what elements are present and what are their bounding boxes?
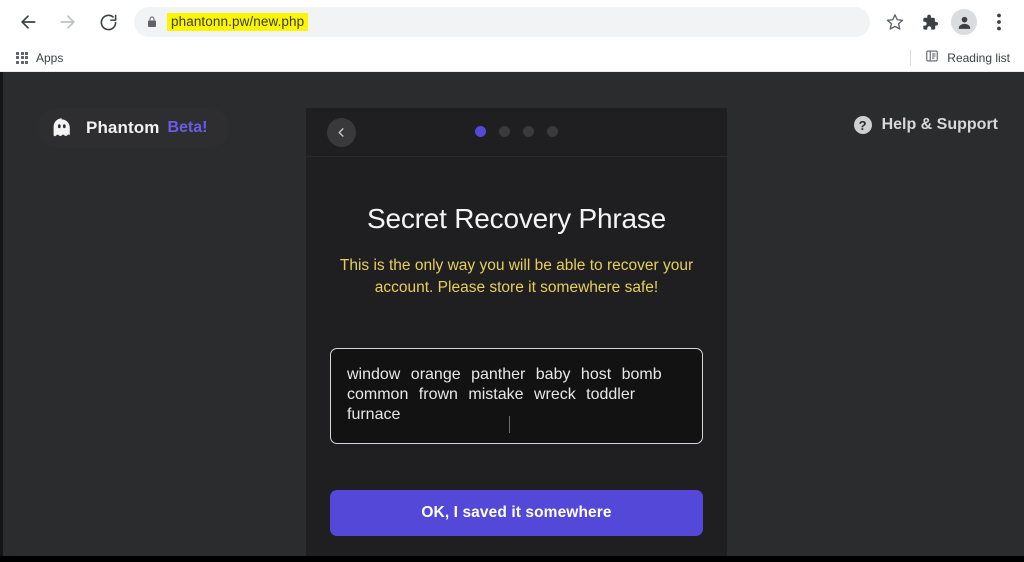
bookmark-star-icon[interactable] (880, 7, 910, 37)
onboarding-progress-dots (306, 126, 727, 137)
phantom-ghost-icon (50, 116, 74, 140)
help-and-support-link[interactable]: ? Help & Support (853, 116, 998, 134)
text-caret (509, 416, 510, 433)
three-dot-menu-icon[interactable] (984, 7, 1014, 37)
profile-avatar-icon[interactable] (951, 9, 977, 35)
recovery-phrase-box[interactable]: window orange panther baby host bomb com… (330, 348, 703, 444)
modal-body: Secret Recovery Phrase This is the only … (306, 203, 727, 536)
confirm-saved-button[interactable]: OK, I saved it somewhere (330, 490, 703, 536)
bookmark-apps[interactable]: Apps (10, 49, 69, 67)
web-page-content: Phantom Beta! ? Help & Support Secret Re… (0, 72, 1024, 562)
question-mark-circle-icon: ? (853, 116, 872, 134)
screenshot-root: phantonn.pw/new.php Apps Reading list Ph… (0, 0, 1024, 562)
address-bar[interactable]: phantonn.pw/new.php (134, 7, 870, 37)
phantom-brand[interactable]: Phantom Beta! (38, 108, 230, 148)
progress-dot-1[interactable] (475, 126, 486, 137)
bookmarks-bar-right: Reading list (910, 47, 1014, 68)
page-title: Secret Recovery Phrase (366, 203, 667, 234)
bookmark-apps-label: Apps (36, 50, 64, 65)
apps-grid-icon (16, 51, 28, 64)
modal-header (306, 108, 727, 157)
page-left-edge (0, 72, 3, 562)
bookmarks-divider (910, 49, 912, 66)
reading-list-label: Reading list (947, 50, 1010, 65)
extensions-puzzle-icon[interactable] (914, 7, 944, 37)
url-highlight: phantonn.pw/new.php (167, 13, 309, 31)
brand-beta-label: Beta! (167, 119, 208, 136)
forward-button[interactable] (51, 5, 85, 39)
progress-dot-4[interactable] (547, 126, 558, 137)
help-and-support-label: Help & Support (881, 116, 998, 133)
back-button[interactable] (11, 5, 45, 39)
progress-dot-3[interactable] (523, 126, 534, 137)
bookmarks-bar: Apps Reading list (0, 44, 1024, 72)
brand-name-label: Phantom (86, 118, 160, 137)
reload-button[interactable] (91, 5, 125, 39)
progress-dot-2[interactable] (499, 126, 510, 137)
recovery-phrase-modal: Secret Recovery Phrase This is the only … (306, 108, 727, 562)
url-text: phantonn.pw/new.php (167, 13, 309, 31)
browser-chrome: phantonn.pw/new.php Apps Reading list (0, 0, 1024, 72)
reading-list-icon (925, 49, 939, 66)
recovery-phrase-words: window orange panther baby host bomb com… (347, 366, 662, 423)
page-bottom-edge (0, 556, 1024, 562)
lock-icon (146, 15, 158, 29)
browser-toolbar: phantonn.pw/new.php (0, 0, 1024, 44)
warning-text: This is the only way you will be able to… (339, 257, 694, 296)
reading-list-button[interactable]: Reading list (921, 47, 1014, 68)
